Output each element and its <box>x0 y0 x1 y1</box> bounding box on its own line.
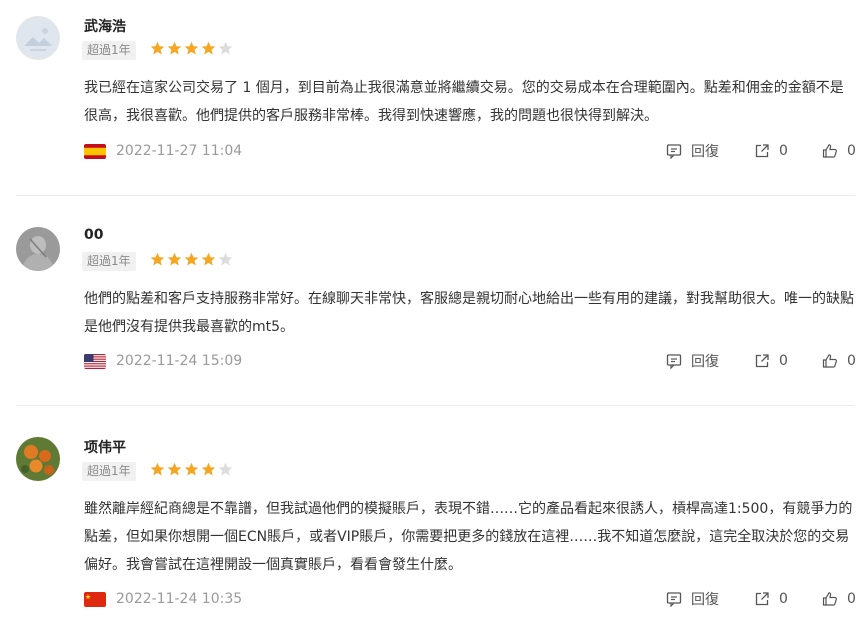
star-filled-icon <box>150 252 165 266</box>
star-empty-icon <box>218 41 233 55</box>
star-filled-icon <box>150 462 165 476</box>
share-count: 0 <box>779 591 788 607</box>
star-filled-icon <box>184 462 199 476</box>
like-button[interactable]: 0 <box>822 141 856 161</box>
star-filled-icon <box>167 41 182 55</box>
thumbs-up-icon <box>822 592 837 606</box>
star-filled-icon <box>167 462 182 476</box>
rating-stars <box>150 252 233 269</box>
rating-stars <box>150 41 233 58</box>
avatar[interactable] <box>16 437 60 481</box>
divider <box>16 195 855 196</box>
reply-button[interactable]: 回復 <box>666 141 719 161</box>
share-button[interactable]: 0 <box>754 141 788 161</box>
duration-badge: 超過1年 <box>82 462 136 481</box>
duration-badge: 超過1年 <box>82 41 136 60</box>
review-text: 雖然離岸經紀商總是不靠譜，但我試過他們的模擬賬戶，表現不錯……它的產品看起來很誘… <box>84 501 853 573</box>
star-filled-icon <box>184 41 199 55</box>
like-button[interactable]: 0 <box>822 351 856 371</box>
thumbs-up-icon <box>822 144 837 158</box>
reviewer-name[interactable]: 项伟平 <box>84 437 126 457</box>
like-count: 0 <box>847 591 856 607</box>
review-text: 我已經在這家公司交易了 1 個月，到目前為止我很滿意並將繼續交易。您的交易成本在… <box>84 80 844 124</box>
review-meta: 2022-11-24 15:09 回復 0 0 <box>84 351 859 371</box>
star-filled-icon <box>201 462 216 476</box>
star-filled-icon <box>184 252 199 266</box>
duration-badge: 超過1年 <box>82 252 136 271</box>
star-filled-icon <box>201 252 216 266</box>
star-empty-icon <box>218 462 233 476</box>
share-icon <box>755 354 769 368</box>
china-flag-icon <box>84 592 106 607</box>
like-button[interactable]: 0 <box>822 589 856 609</box>
thumbs-up-icon <box>822 354 837 368</box>
reply-button[interactable]: 回復 <box>666 589 719 609</box>
review-text: 他們的點差和客戶支持服務非常好。在線聊天非常快，客服總是親切耐心地給出一些有用的… <box>84 291 854 335</box>
reply-label: 回復 <box>691 592 719 608</box>
review-meta: 2022-11-24 10:35 回復 0 0 <box>84 589 859 609</box>
star-filled-icon <box>167 252 182 266</box>
review-meta: 2022-11-27 11:04 回復 0 0 <box>84 141 859 161</box>
rating-stars <box>150 462 233 479</box>
reply-label: 回復 <box>691 354 719 370</box>
like-count: 0 <box>847 353 856 369</box>
divider <box>16 405 855 406</box>
share-icon <box>755 144 769 158</box>
star-empty-icon <box>218 252 233 266</box>
share-icon <box>755 592 769 606</box>
star-filled-icon <box>201 41 216 55</box>
like-count: 0 <box>847 143 856 159</box>
spain-flag-icon <box>84 144 106 159</box>
reviewer-name[interactable]: 武海浩 <box>84 16 126 36</box>
comment-icon <box>666 144 682 159</box>
comment-icon <box>666 592 682 607</box>
avatar[interactable] <box>16 16 60 60</box>
share-count: 0 <box>779 143 788 159</box>
share-button[interactable]: 0 <box>754 351 788 371</box>
usa-flag-icon <box>84 354 106 369</box>
star-filled-icon <box>150 41 165 55</box>
reply-label: 回復 <box>691 144 719 160</box>
review-date: 2022-11-24 10:35 <box>116 591 243 607</box>
reviewer-name[interactable]: 00 <box>84 227 103 243</box>
review-date: 2022-11-27 11:04 <box>116 143 243 159</box>
avatar[interactable] <box>16 227 60 271</box>
share-count: 0 <box>779 353 788 369</box>
comment-icon <box>666 354 682 369</box>
reply-button[interactable]: 回復 <box>666 351 719 371</box>
share-button[interactable]: 0 <box>754 589 788 609</box>
review-date: 2022-11-24 15:09 <box>116 353 243 369</box>
